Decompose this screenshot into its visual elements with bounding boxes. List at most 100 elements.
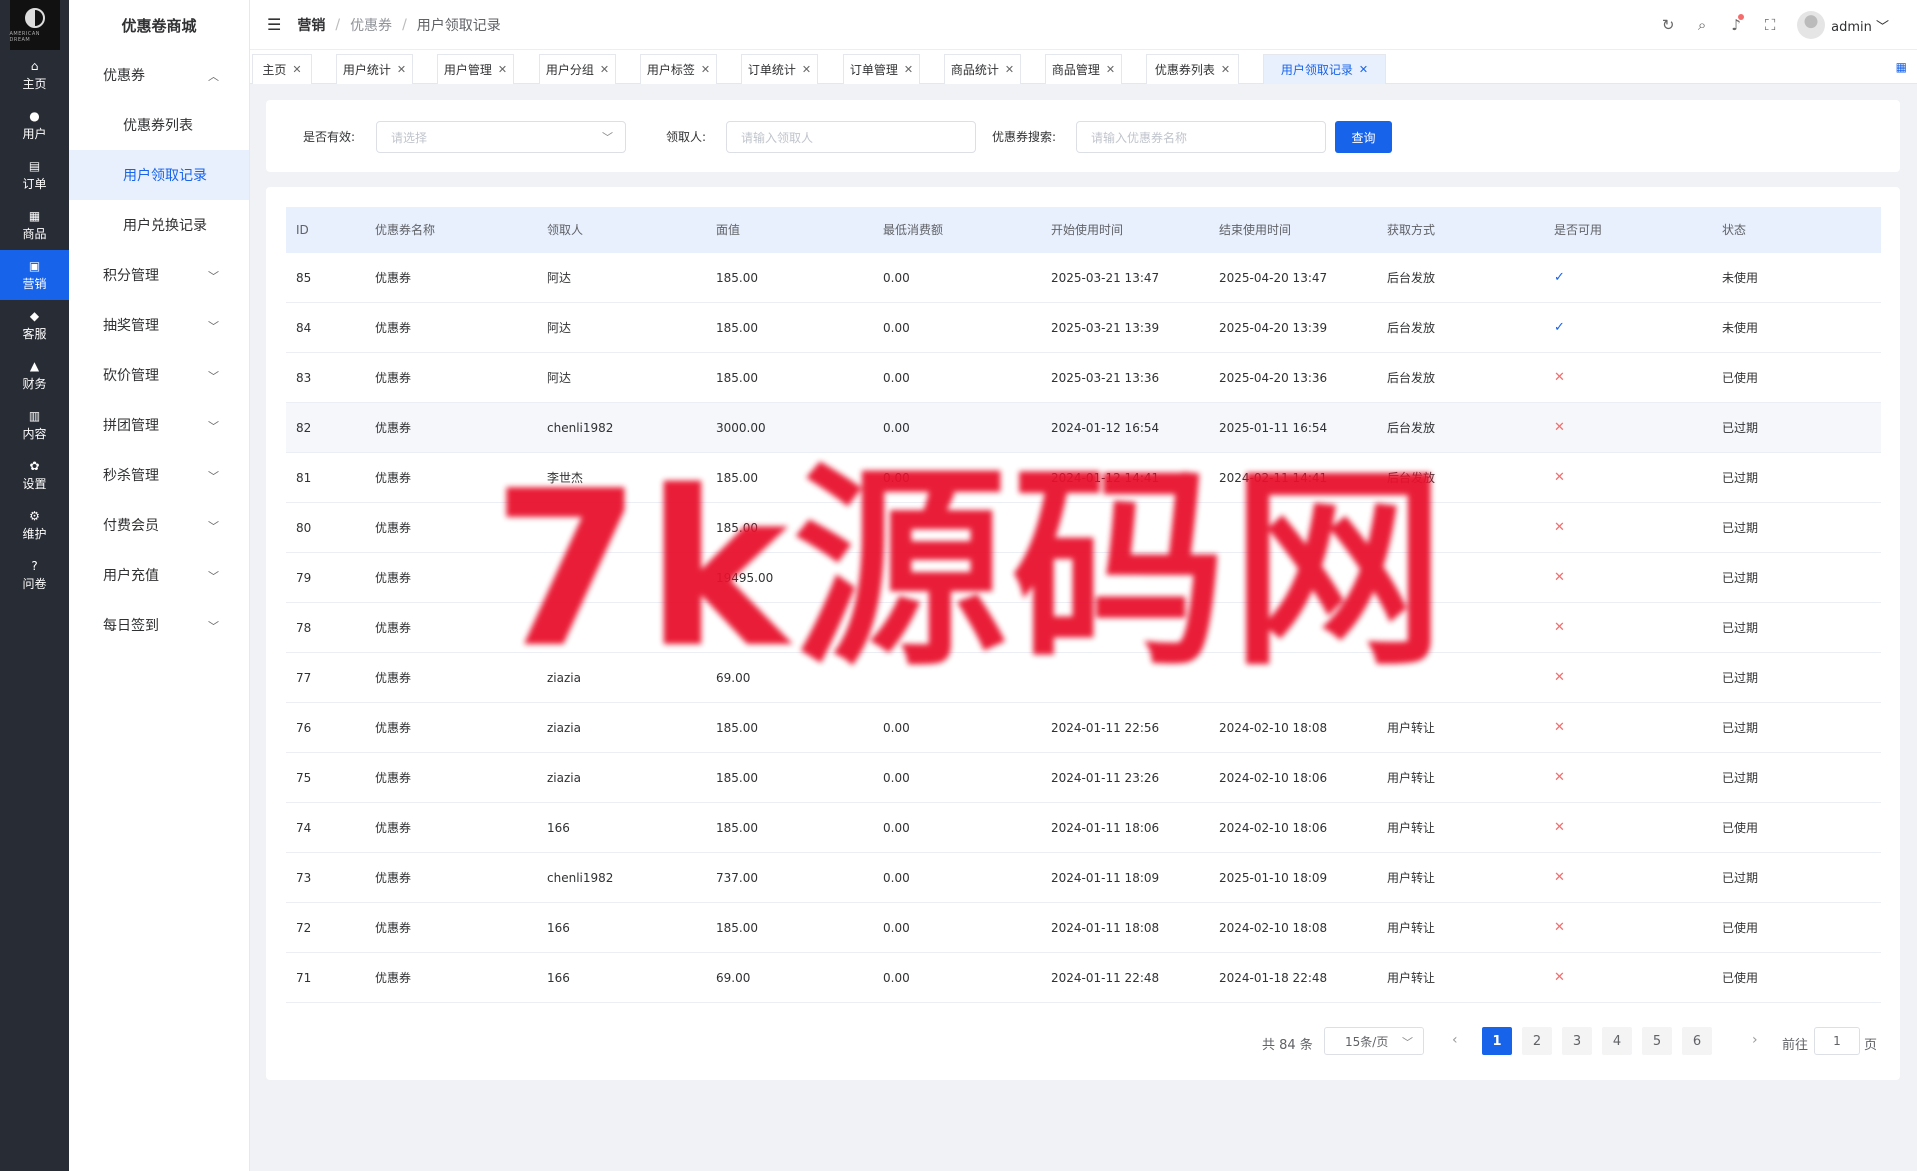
- close-icon[interactable]: ✕: [701, 63, 710, 76]
- table-cell: 2024-01-12 14:41: [1051, 471, 1160, 485]
- table-cell: 未使用: [1722, 321, 1759, 335]
- submenu-group-label: 抽奖管理: [103, 318, 159, 334]
- table-row[interactable]: 81 优惠券 李世杰 185.00 0.00 2024-01-12 14:41 2024-0…: [286, 453, 1881, 503]
- rail-item-8[interactable]: ✿ 设置: [0, 450, 69, 500]
- table-row[interactable]: 77 优惠券 ziazia 69.00 ✕ 已过期: [286, 653, 1881, 703]
- submenu-coupon[interactable]: 优惠券 ︿: [69, 50, 249, 100]
- table-row[interactable]: 71 优惠券 166 69.00 0.00 2024-01-11 22:48 2024-01…: [286, 953, 1881, 1003]
- page-button[interactable]: 5: [1642, 1027, 1672, 1055]
- tab-2[interactable]: 用户管理 ✕: [437, 54, 514, 84]
- rail-item-4[interactable]: ▣ 营销: [0, 250, 69, 300]
- query-button[interactable]: 查询: [1335, 121, 1392, 153]
- close-icon[interactable]: ✕: [1005, 63, 1014, 76]
- grid-icon[interactable]: ▦: [1896, 60, 1907, 74]
- close-icon[interactable]: ✕: [1221, 63, 1230, 76]
- breadcrumb-marketing[interactable]: 营销: [297, 15, 325, 35]
- table-cell: 用户转让: [1387, 771, 1436, 785]
- tab-0[interactable]: 主页 ✕: [252, 54, 312, 84]
- close-icon[interactable]: ✕: [802, 63, 811, 76]
- submenu-group-4[interactable]: 秒杀管理 ﹀: [69, 450, 249, 500]
- rail-item-10[interactable]: ? 问卷: [0, 550, 69, 600]
- table-row[interactable]: 80 优惠券 185.00 ✕ 已过期: [286, 503, 1881, 553]
- bell-icon[interactable]: ♪: [1719, 14, 1753, 34]
- close-icon[interactable]: ✕: [600, 63, 609, 76]
- table-row[interactable]: 79 优惠券 19495.00 ✕ 已过期: [286, 553, 1881, 603]
- submenu-coupon-list[interactable]: 优惠券列表: [69, 100, 249, 150]
- submenu-group-6[interactable]: 用户充值 ﹀: [69, 550, 249, 600]
- rail-item-7[interactable]: ▥ 内容: [0, 400, 69, 450]
- submenu-group-0[interactable]: 积分管理 ﹀: [69, 250, 249, 300]
- table-cell: 83: [296, 371, 312, 385]
- tab-1[interactable]: 用户统计 ✕: [336, 54, 413, 84]
- rail-item-0[interactable]: ⌂ 主页: [0, 50, 69, 100]
- rail-item-label: 问卷: [22, 576, 47, 591]
- fullscreen-icon[interactable]: ⛶: [1753, 16, 1787, 34]
- coupon-search-input[interactable]: 请输入优惠券名称: [1076, 121, 1326, 153]
- refresh-icon[interactable]: ↻: [1651, 16, 1685, 34]
- table-row[interactable]: 73 优惠券 chenli1982 737.00 0.00 2024-01-11 18:0…: [286, 853, 1881, 903]
- table-row[interactable]: 85 优惠券 阿达 185.00 0.00 2025-03-21 13:47 2025-04…: [286, 253, 1881, 303]
- tab-6[interactable]: 订单管理 ✕: [843, 54, 920, 84]
- table-row[interactable]: 82 优惠券 chenli1982 3000.00 0.00 2024-01-12 16:…: [286, 403, 1881, 453]
- close-icon[interactable]: ✕: [397, 63, 406, 76]
- submenu-group-7[interactable]: 每日签到 ﹀: [69, 600, 249, 650]
- rail-item-6[interactable]: ▲ 财务: [0, 350, 69, 400]
- page-button[interactable]: 3: [1562, 1027, 1592, 1055]
- tab-8[interactable]: 商品管理 ✕: [1045, 54, 1122, 84]
- page-button[interactable]: 2: [1522, 1027, 1552, 1055]
- submenu-group-3[interactable]: 拼团管理 ﹀: [69, 400, 249, 450]
- breadcrumb-coupon[interactable]: 优惠券: [350, 15, 392, 35]
- table-row[interactable]: 84 优惠券 阿达 185.00 0.00 2025-03-21 13:39 2025-04…: [286, 303, 1881, 353]
- rail-item-9[interactable]: ⚙ 维护: [0, 500, 69, 550]
- page-button[interactable]: 6: [1682, 1027, 1712, 1055]
- user-menu[interactable]: admin ﹀: [1831, 16, 1889, 35]
- table-cell: 2025-04-20 13:36: [1219, 371, 1328, 385]
- logo[interactable]: AMERICAN DREAM: [9, 0, 60, 50]
- submenu-group-2[interactable]: 砍价管理 ﹀: [69, 350, 249, 400]
- rail-item-5[interactable]: ◆ 客服: [0, 300, 69, 350]
- tab-3[interactable]: 用户分组 ✕: [539, 54, 616, 84]
- tab-7[interactable]: 商品统计 ✕: [944, 54, 1021, 84]
- prev-page-icon[interactable]: ‹: [1452, 1032, 1458, 1048]
- close-icon[interactable]: ✕: [498, 63, 507, 76]
- receiver-input[interactable]: 请输入领取人: [726, 121, 976, 153]
- close-icon[interactable]: ✕: [904, 63, 913, 76]
- avatar[interactable]: [1797, 11, 1826, 39]
- page-button[interactable]: 4: [1602, 1027, 1632, 1055]
- search-icon[interactable]: ⌕: [1685, 16, 1719, 34]
- table-cell: 80: [296, 521, 312, 535]
- breadcrumb-separator: /: [402, 16, 407, 33]
- goto-page-input[interactable]: 1: [1814, 1027, 1860, 1055]
- submenu-group-5[interactable]: 付费会员 ﹀: [69, 500, 249, 550]
- table-cell: 后台发放: [1387, 371, 1436, 385]
- tab-5[interactable]: 订单统计 ✕: [741, 54, 818, 84]
- rail-item-1[interactable]: ● 用户: [0, 100, 69, 150]
- submenu-user-receive[interactable]: 用户领取记录: [69, 150, 249, 200]
- menu-toggle-icon[interactable]: ☰: [267, 15, 281, 34]
- tab-9[interactable]: 优惠券列表 ✕: [1146, 54, 1239, 84]
- rail-item-3[interactable]: ▦ 商品: [0, 200, 69, 250]
- rail-item-2[interactable]: ▤ 订单: [0, 150, 69, 200]
- page-size-select[interactable]: 15条/页 ﹀: [1324, 1027, 1424, 1055]
- close-icon[interactable]: ✕: [292, 63, 301, 76]
- table-row[interactable]: 72 优惠券 166 185.00 0.00 2024-01-11 18:08 2024-0…: [286, 903, 1881, 953]
- tab-10[interactable]: 用户领取记录 ✕: [1263, 54, 1386, 84]
- submenu-user-exchange[interactable]: 用户兑换记录: [69, 200, 249, 250]
- table-row[interactable]: 76 优惠券 ziazia 185.00 0.00 2024-01-11 22:56 202…: [286, 703, 1881, 753]
- close-icon[interactable]: ✕: [1106, 63, 1115, 76]
- next-page-icon[interactable]: ›: [1752, 1032, 1758, 1048]
- page-button[interactable]: 1: [1482, 1027, 1512, 1055]
- valid-select[interactable]: 请选择 ﹀: [376, 121, 626, 153]
- submenu-group-1[interactable]: 抽奖管理 ﹀: [69, 300, 249, 350]
- table-row[interactable]: 75 优惠券 ziazia 185.00 0.00 2024-01-11 23:26 202…: [286, 753, 1881, 803]
- cross-icon: ✕: [1554, 820, 1565, 835]
- table-row[interactable]: 74 优惠券 166 185.00 0.00 2024-01-11 18:06 2024-0…: [286, 803, 1881, 853]
- table-row[interactable]: 83 优惠券 阿达 185.00 0.00 2025-03-21 13:36 2025-04…: [286, 353, 1881, 403]
- chevron-down-icon: ﹀: [208, 470, 219, 483]
- rail-item-label: 营销: [22, 276, 47, 291]
- table-row[interactable]: 78 优惠券 ✕ 已过期: [286, 603, 1881, 653]
- tab-4[interactable]: 用户标签 ✕: [640, 54, 717, 84]
- close-icon[interactable]: ✕: [1359, 63, 1368, 76]
- total-count: 共 84 条: [1262, 1038, 1313, 1053]
- coupon-search-placeholder: 请输入优惠券名称: [1091, 130, 1188, 145]
